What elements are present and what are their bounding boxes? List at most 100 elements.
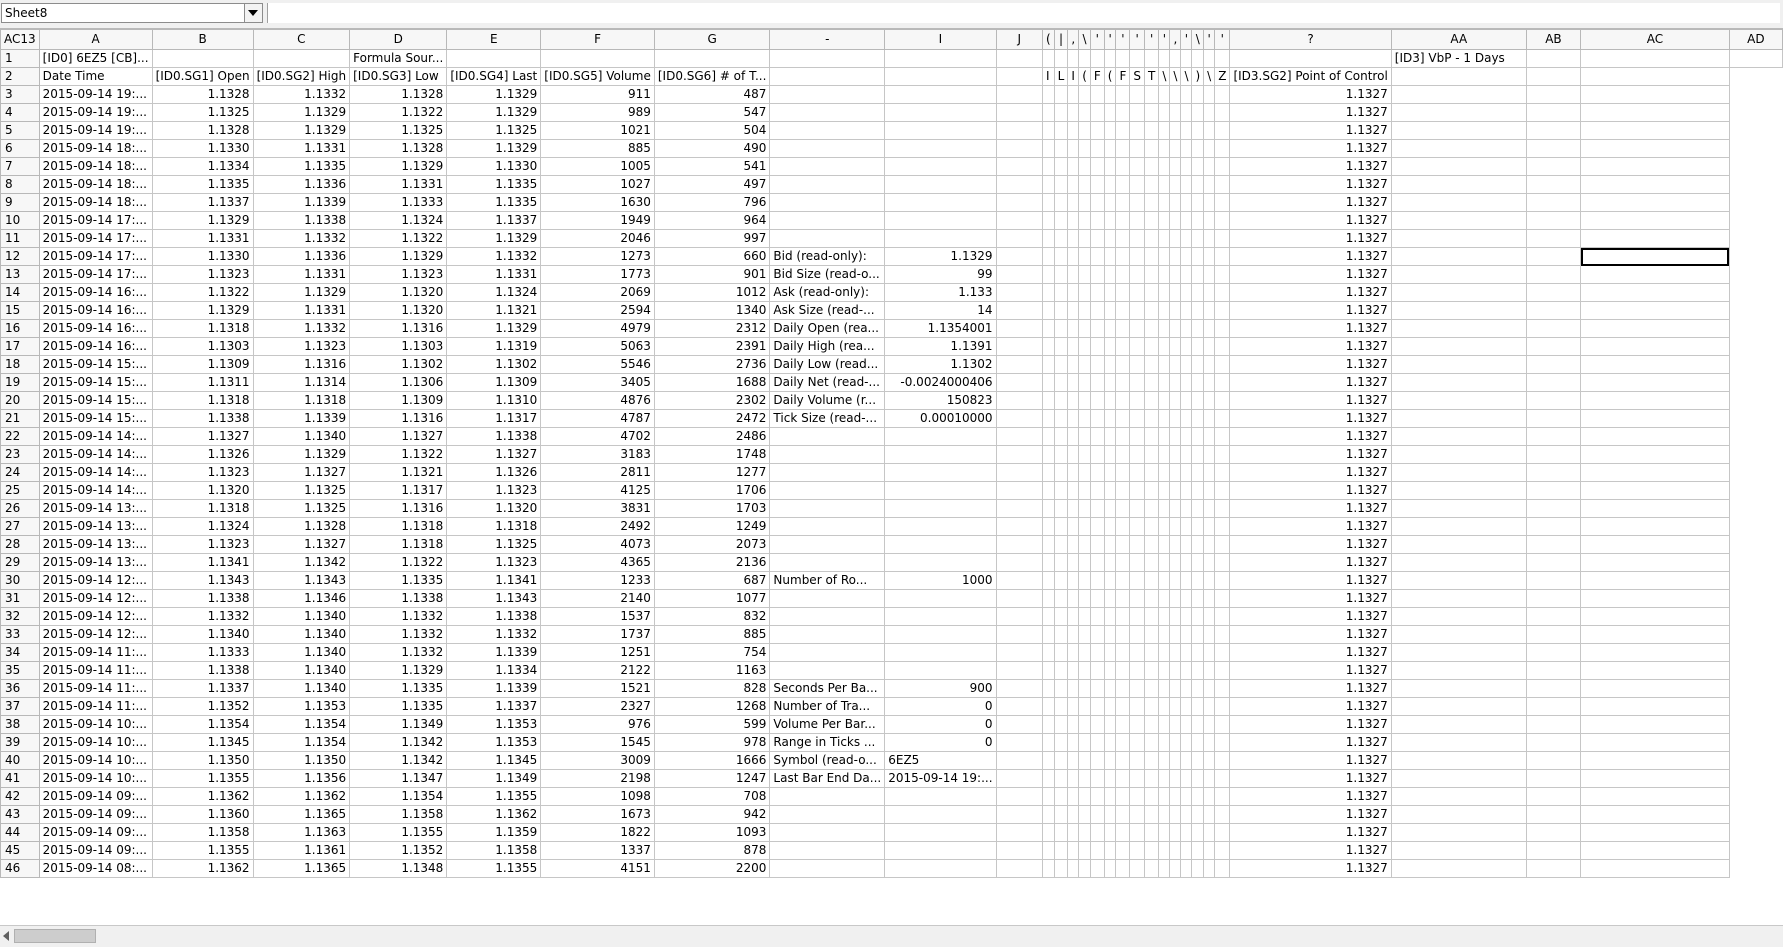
cell[interactable]: 878 xyxy=(653,841,771,860)
cell[interactable] xyxy=(1041,823,1055,842)
cell[interactable] xyxy=(1053,553,1069,572)
cell[interactable] xyxy=(1214,769,1231,788)
cell[interactable]: 99 xyxy=(884,265,997,284)
cell[interactable] xyxy=(1143,697,1160,716)
cell[interactable]: [ID0.SG3] Low xyxy=(349,67,448,86)
cell[interactable] xyxy=(1067,283,1080,302)
cell[interactable] xyxy=(1115,823,1131,842)
cell[interactable] xyxy=(1580,679,1730,698)
cell[interactable] xyxy=(1067,805,1080,824)
cell[interactable]: 1.1302 xyxy=(349,355,448,374)
cell[interactable] xyxy=(1525,139,1582,158)
cell[interactable] xyxy=(1103,427,1117,446)
cell[interactable] xyxy=(1580,607,1730,626)
cell[interactable] xyxy=(1067,589,1080,608)
cell[interactable] xyxy=(1103,103,1117,122)
cell[interactable] xyxy=(1053,211,1069,230)
cell[interactable]: 997 xyxy=(653,229,771,248)
cell[interactable] xyxy=(1525,67,1582,86)
cell[interactable] xyxy=(1203,301,1216,320)
cell[interactable] xyxy=(884,121,997,140)
cell[interactable]: 1.1362 xyxy=(252,787,351,806)
cell[interactable] xyxy=(1580,715,1730,734)
cell[interactable] xyxy=(1053,715,1069,734)
cell[interactable] xyxy=(1115,751,1131,770)
cell[interactable] xyxy=(1158,589,1171,608)
cell[interactable] xyxy=(1214,697,1231,716)
cell[interactable]: 1.1355 xyxy=(446,787,542,806)
cell[interactable] xyxy=(1580,49,1730,68)
cell[interactable]: 2486 xyxy=(653,427,771,446)
cell[interactable] xyxy=(1191,373,1205,392)
cell[interactable]: 2015-09-14 16:... xyxy=(38,337,153,356)
cell[interactable]: 1247 xyxy=(653,769,771,788)
cell[interactable] xyxy=(1089,679,1105,698)
cell[interactable] xyxy=(1067,193,1080,212)
cell[interactable]: ) xyxy=(1191,67,1205,86)
cell[interactable] xyxy=(1115,499,1131,518)
cell[interactable]: 1.1327 xyxy=(1229,139,1392,158)
cell[interactable] xyxy=(1525,319,1582,338)
column-header[interactable]: F xyxy=(540,29,655,50)
cell[interactable]: 1027 xyxy=(540,175,655,194)
cell[interactable] xyxy=(1115,301,1131,320)
cell[interactable]: 964 xyxy=(653,211,771,230)
cell[interactable] xyxy=(1214,805,1231,824)
cell[interactable] xyxy=(1214,49,1231,68)
cell[interactable] xyxy=(995,337,1043,356)
cell[interactable] xyxy=(1129,553,1145,572)
cell[interactable] xyxy=(1143,445,1160,464)
cell[interactable] xyxy=(1191,445,1205,464)
cell[interactable]: 2594 xyxy=(540,301,655,320)
cell[interactable] xyxy=(1203,679,1216,698)
cell[interactable]: 1.1343 xyxy=(446,589,542,608)
cell[interactable] xyxy=(1078,517,1091,536)
cell[interactable] xyxy=(1041,715,1055,734)
cell[interactable]: 1.1327 xyxy=(1229,103,1392,122)
cell[interactable] xyxy=(1158,787,1171,806)
cell[interactable] xyxy=(1169,715,1182,734)
cell[interactable]: Last Bar End Da... xyxy=(769,769,886,788)
cell[interactable] xyxy=(1067,247,1080,266)
cell[interactable] xyxy=(1089,571,1105,590)
cell[interactable] xyxy=(1191,355,1205,374)
cell[interactable] xyxy=(1158,139,1171,158)
cell[interactable]: 1666 xyxy=(653,751,771,770)
cell[interactable] xyxy=(1143,85,1160,104)
cell[interactable] xyxy=(1580,571,1730,590)
cell[interactable] xyxy=(1041,463,1055,482)
cell[interactable]: 1.1341 xyxy=(151,553,254,572)
cell[interactable] xyxy=(1169,517,1182,536)
row-header[interactable]: 26 xyxy=(0,499,40,518)
cell[interactable]: 1.1350 xyxy=(151,751,254,770)
cell[interactable] xyxy=(995,715,1043,734)
cell[interactable]: 2312 xyxy=(653,319,771,338)
cell[interactable] xyxy=(1525,445,1582,464)
cell[interactable] xyxy=(1390,499,1527,518)
cell[interactable] xyxy=(1041,229,1055,248)
cell[interactable] xyxy=(1525,787,1582,806)
cell[interactable] xyxy=(1214,517,1231,536)
cell[interactable] xyxy=(1129,733,1145,752)
cell[interactable]: 1.1335 xyxy=(151,175,254,194)
cell[interactable] xyxy=(1158,481,1171,500)
cell[interactable]: 1.1353 xyxy=(252,697,351,716)
cell[interactable] xyxy=(995,193,1043,212)
cell[interactable] xyxy=(1158,337,1171,356)
cell[interactable] xyxy=(1078,535,1091,554)
cell[interactable] xyxy=(1115,49,1131,68)
cell[interactable] xyxy=(1129,805,1145,824)
cell[interactable] xyxy=(1143,625,1160,644)
cell[interactable]: 1.1310 xyxy=(446,391,542,410)
cell[interactable] xyxy=(1580,427,1730,446)
cell[interactable] xyxy=(995,391,1043,410)
cell[interactable] xyxy=(1180,535,1193,554)
cell[interactable] xyxy=(1580,409,1730,428)
cell[interactable]: 1277 xyxy=(653,463,771,482)
cell[interactable] xyxy=(1067,265,1080,284)
cell[interactable] xyxy=(995,211,1043,230)
cell[interactable] xyxy=(1169,391,1182,410)
cell[interactable]: 1.1341 xyxy=(446,571,542,590)
cell[interactable]: 1.1327 xyxy=(1229,607,1392,626)
cell[interactable] xyxy=(1525,715,1582,734)
